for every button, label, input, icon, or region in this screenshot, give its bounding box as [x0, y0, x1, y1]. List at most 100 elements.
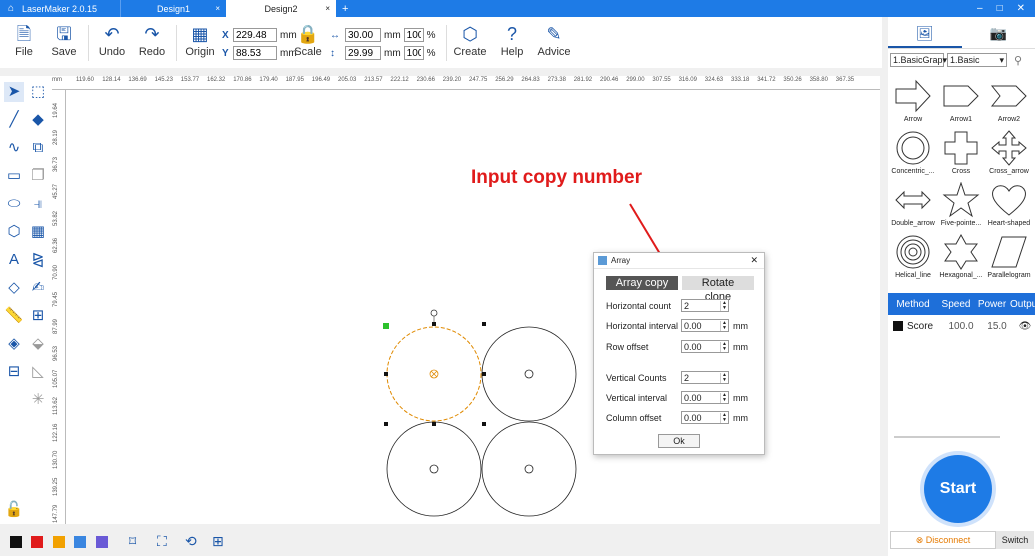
eye-icon[interactable]: 👁: [1015, 321, 1035, 332]
shape-helical-line[interactable]: Helical_line: [890, 229, 936, 279]
new-tab-button[interactable]: +: [342, 3, 348, 15]
switch-button[interactable]: Switch: [996, 531, 1034, 549]
tab-design1[interactable]: Design1 ×: [120, 0, 226, 17]
spinner-arrows-icon[interactable]: ▲ ▼: [720, 372, 728, 383]
color-swatch-purple[interactable]: [96, 536, 108, 548]
shape-arrow[interactable]: Arrow: [890, 73, 936, 123]
copy-icon[interactable]: ⧉: [28, 138, 48, 158]
select-tool-icon[interactable]: ➤: [4, 82, 24, 102]
padlock-icon[interactable]: 🔓: [4, 500, 24, 520]
line-tool-icon[interactable]: ╱: [4, 110, 24, 130]
disconnect-button[interactable]: ⊗ Disconnect: [890, 531, 996, 549]
shape-double-arrow[interactable]: Double_arrow: [890, 177, 936, 227]
search-icon[interactable]: ⚲: [1014, 54, 1022, 67]
spinner-arrows-icon[interactable]: ▲ ▼: [720, 392, 728, 403]
table-icon[interactable]: ⊟: [4, 362, 24, 382]
rectangle-tool-icon[interactable]: ▭: [4, 166, 24, 186]
home-icon[interactable]: ⌂: [0, 3, 22, 14]
mirror-icon[interactable]: ⧎: [28, 250, 48, 270]
shape-parallelogram[interactable]: Parallelogram: [986, 229, 1032, 279]
category-select[interactable]: 1.Basic ▾: [947, 53, 1007, 67]
dialog-close-button[interactable]: ✕: [750, 255, 758, 266]
edit-node-icon[interactable]: ✍: [28, 278, 48, 298]
rotate-handle[interactable]: [430, 309, 438, 317]
frame-icon[interactable]: ⊞: [28, 306, 48, 326]
triangle-icon[interactable]: ◺: [28, 362, 48, 382]
layers-icon[interactable]: ◈: [4, 334, 24, 354]
polygon-tool-icon[interactable]: ⬡: [4, 222, 24, 242]
minimize-button[interactable]: –: [977, 3, 983, 14]
y-input[interactable]: [233, 46, 277, 60]
vertical-interval-input[interactable]: 0.00 ▲ ▼: [681, 391, 729, 404]
color-swatch-black[interactable]: [10, 536, 22, 548]
library-select[interactable]: 1.BasicGrap ▾: [890, 53, 947, 67]
horizontal-count-input[interactable]: 2 ▲ ▼: [681, 299, 729, 312]
shape-arrow2[interactable]: Arrow2: [986, 73, 1032, 123]
color-swatch-blue[interactable]: [74, 536, 86, 548]
capture-icon[interactable]: ⛶: [157, 533, 167, 550]
tab-design2[interactable]: Design2 ×: [226, 0, 336, 17]
save-button[interactable]: 🖫 Save: [44, 22, 84, 58]
rotate-icon[interactable]: ⟲: [185, 533, 197, 550]
shape-cross[interactable]: Cross: [938, 125, 984, 175]
height-input[interactable]: [345, 46, 381, 60]
layer-color-swatch[interactable]: [893, 321, 903, 331]
spinner-arrows-icon[interactable]: ▲ ▼: [720, 300, 728, 311]
shape-hexagonal-star[interactable]: Hexagonal_...: [938, 229, 984, 279]
selection-handle[interactable]: [384, 422, 388, 426]
height-percent-input[interactable]: [403, 46, 424, 60]
create-button[interactable]: ⬡ Create: [450, 22, 490, 58]
tab-array-copy[interactable]: Array copy: [606, 276, 678, 290]
selection-handle[interactable]: [432, 422, 436, 426]
camera-icon[interactable]: 📷: [962, 17, 1035, 48]
horizontal-interval-input[interactable]: 0.00 ▲ ▼: [681, 319, 729, 332]
color-swatch-red[interactable]: [31, 536, 43, 548]
box-select-icon[interactable]: ⬚: [28, 82, 48, 102]
shape-heart[interactable]: Heart-shaped: [986, 177, 1032, 227]
column-offset-input[interactable]: 0.00 ▲ ▼: [681, 411, 729, 424]
scale-button[interactable]: 🔒 Scale: [288, 22, 328, 58]
array-icon[interactable]: ▦: [28, 222, 48, 242]
selection-handle[interactable]: [482, 322, 486, 326]
width-input[interactable]: [345, 28, 381, 42]
maximize-button[interactable]: □: [997, 3, 1003, 14]
spinner-arrows-icon[interactable]: ▲ ▼: [720, 320, 728, 331]
file-button[interactable]: 🗎 File: [4, 22, 44, 58]
fill-icon[interactable]: ◆: [28, 110, 48, 130]
origin-button[interactable]: ▦ Origin: [180, 22, 220, 58]
selection-handle[interactable]: [482, 422, 486, 426]
circle-copy[interactable]: [481, 421, 577, 517]
undo-button[interactable]: ↶ Undo: [92, 22, 132, 58]
row-offset-input[interactable]: 0.00 ▲ ▼: [681, 340, 729, 353]
layer-row[interactable]: Score 100.0 15.0 👁: [888, 317, 1035, 335]
shape-cross-arrow[interactable]: Cross_arrow: [986, 125, 1032, 175]
circle-copy[interactable]: [386, 421, 482, 517]
curve-tool-icon[interactable]: ∿: [4, 138, 24, 158]
color-swatch-orange[interactable]: [53, 536, 65, 548]
selection-handle[interactable]: [384, 372, 388, 376]
help-button[interactable]: ? Help: [492, 22, 532, 58]
group-icon[interactable]: ❐: [28, 166, 48, 186]
advice-button[interactable]: ✎ Advice: [534, 22, 574, 58]
text-tool-icon[interactable]: A: [4, 250, 24, 270]
shape-five-pointed-star[interactable]: Five-pointe...: [938, 177, 984, 227]
x-input[interactable]: [233, 28, 277, 42]
align-icon[interactable]: ⫣: [28, 194, 48, 214]
ok-button[interactable]: Ok: [658, 434, 700, 448]
shape-concentric[interactable]: Concentric_...: [890, 125, 936, 175]
close-tab-icon[interactable]: ×: [215, 4, 220, 13]
selection-handle[interactable]: [482, 372, 486, 376]
ruler-icon[interactable]: 📏: [4, 306, 24, 326]
eraser-icon[interactable]: ◇: [4, 278, 24, 298]
spinner-arrows-icon[interactable]: ▲ ▼: [720, 412, 728, 423]
redo-button[interactable]: ↷ Redo: [132, 22, 172, 58]
vertical-counts-input[interactable]: 2 ▲ ▼: [681, 371, 729, 384]
selection-handle[interactable]: [383, 323, 389, 329]
shape-arrow1[interactable]: Arrow1: [938, 73, 984, 123]
tab-rotate-clone[interactable]: Rotate clone: [682, 276, 754, 303]
circle-copy[interactable]: [481, 326, 577, 422]
selection-handle[interactable]: [432, 322, 436, 326]
burst-icon[interactable]: ✳: [28, 390, 48, 410]
spinner-arrows-icon[interactable]: ▲ ▼: [720, 341, 728, 352]
stamp-icon[interactable]: ⬙: [28, 334, 48, 354]
